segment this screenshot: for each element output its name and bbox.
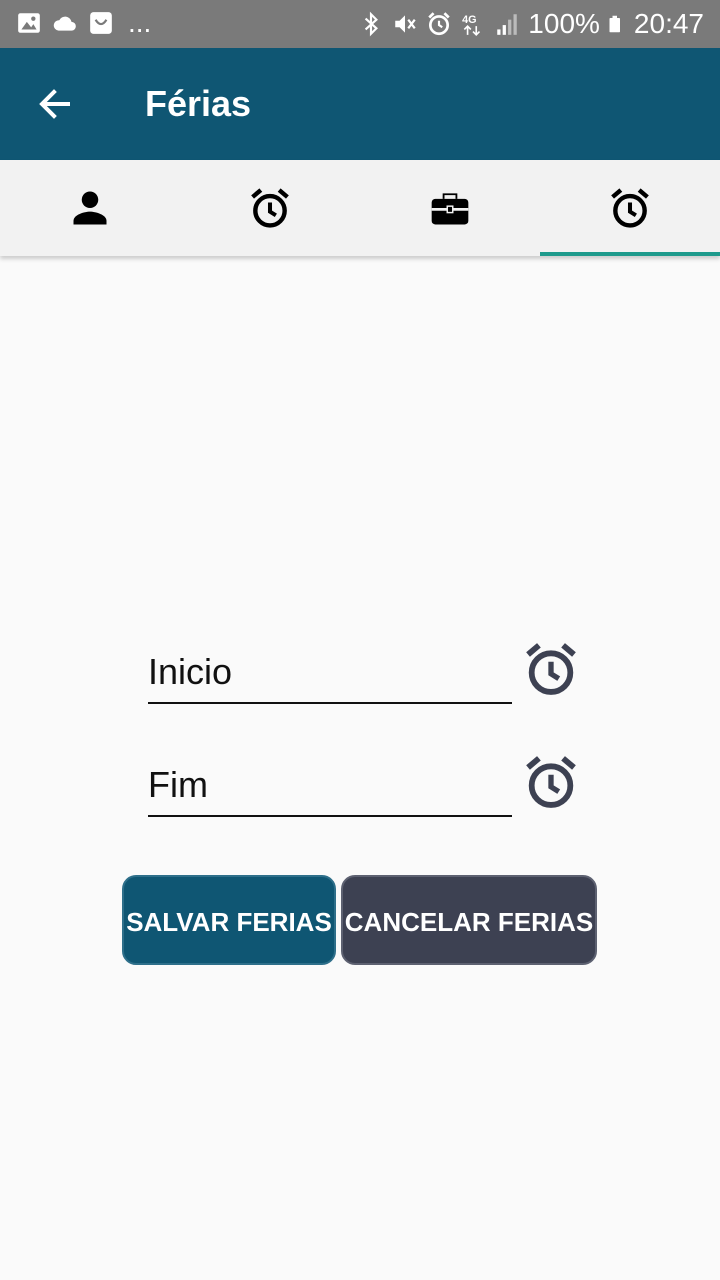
end-date-underline (148, 815, 512, 817)
start-date-label: Inicio (148, 651, 233, 692)
alarm-icon (428, 12, 451, 36)
signal-icon (497, 14, 518, 35)
start-date-underline (148, 702, 512, 704)
arrow-back-icon (39, 89, 70, 119)
start-date-picker-button[interactable] (522, 640, 580, 698)
tab-indicator (540, 252, 720, 256)
clock-time: 20:47 (633, 8, 704, 39)
tab-person[interactable] (0, 160, 180, 256)
end-date-picker-button[interactable] (522, 753, 580, 811)
status-bar-right: 4G 100% 20:47 (358, 8, 704, 40)
status-bar-left: ... (16, 7, 152, 38)
person-icon (73, 191, 107, 225)
status-bar: ... 4G 100% 20:47 (0, 0, 720, 48)
bluetooth-icon (365, 11, 379, 37)
svg-text:4G: 4G (462, 14, 476, 26)
tab-work[interactable] (360, 160, 540, 256)
alarm-clock-icon (526, 643, 576, 695)
alarm-clock-icon (526, 756, 576, 808)
page-title: Férias (145, 83, 252, 124)
back-button[interactable] (30, 80, 82, 128)
app-bar: Férias (0, 48, 720, 160)
save-vacation-button[interactable]: SALVAR FERIAS (122, 875, 336, 965)
status-overflow: ... (128, 7, 152, 38)
tab-bar (0, 160, 720, 256)
mute-icon (395, 15, 416, 33)
image-icon (18, 13, 40, 33)
battery-icon (609, 15, 620, 33)
bag-icon (90, 12, 112, 34)
alarm-clock-icon (611, 188, 649, 228)
tab-vacation[interactable] (540, 160, 720, 256)
alarm-clock-icon (251, 188, 289, 228)
cancel-vacation-button[interactable]: CANCELAR FERIAS (341, 875, 597, 965)
tab-alarm[interactable] (180, 160, 360, 256)
cloud-icon (53, 16, 76, 31)
end-date-label: Fim (148, 764, 208, 805)
network-4g-icon: 4G (462, 14, 481, 36)
briefcase-icon (431, 193, 469, 225)
battery-percent: 100% (528, 8, 600, 39)
